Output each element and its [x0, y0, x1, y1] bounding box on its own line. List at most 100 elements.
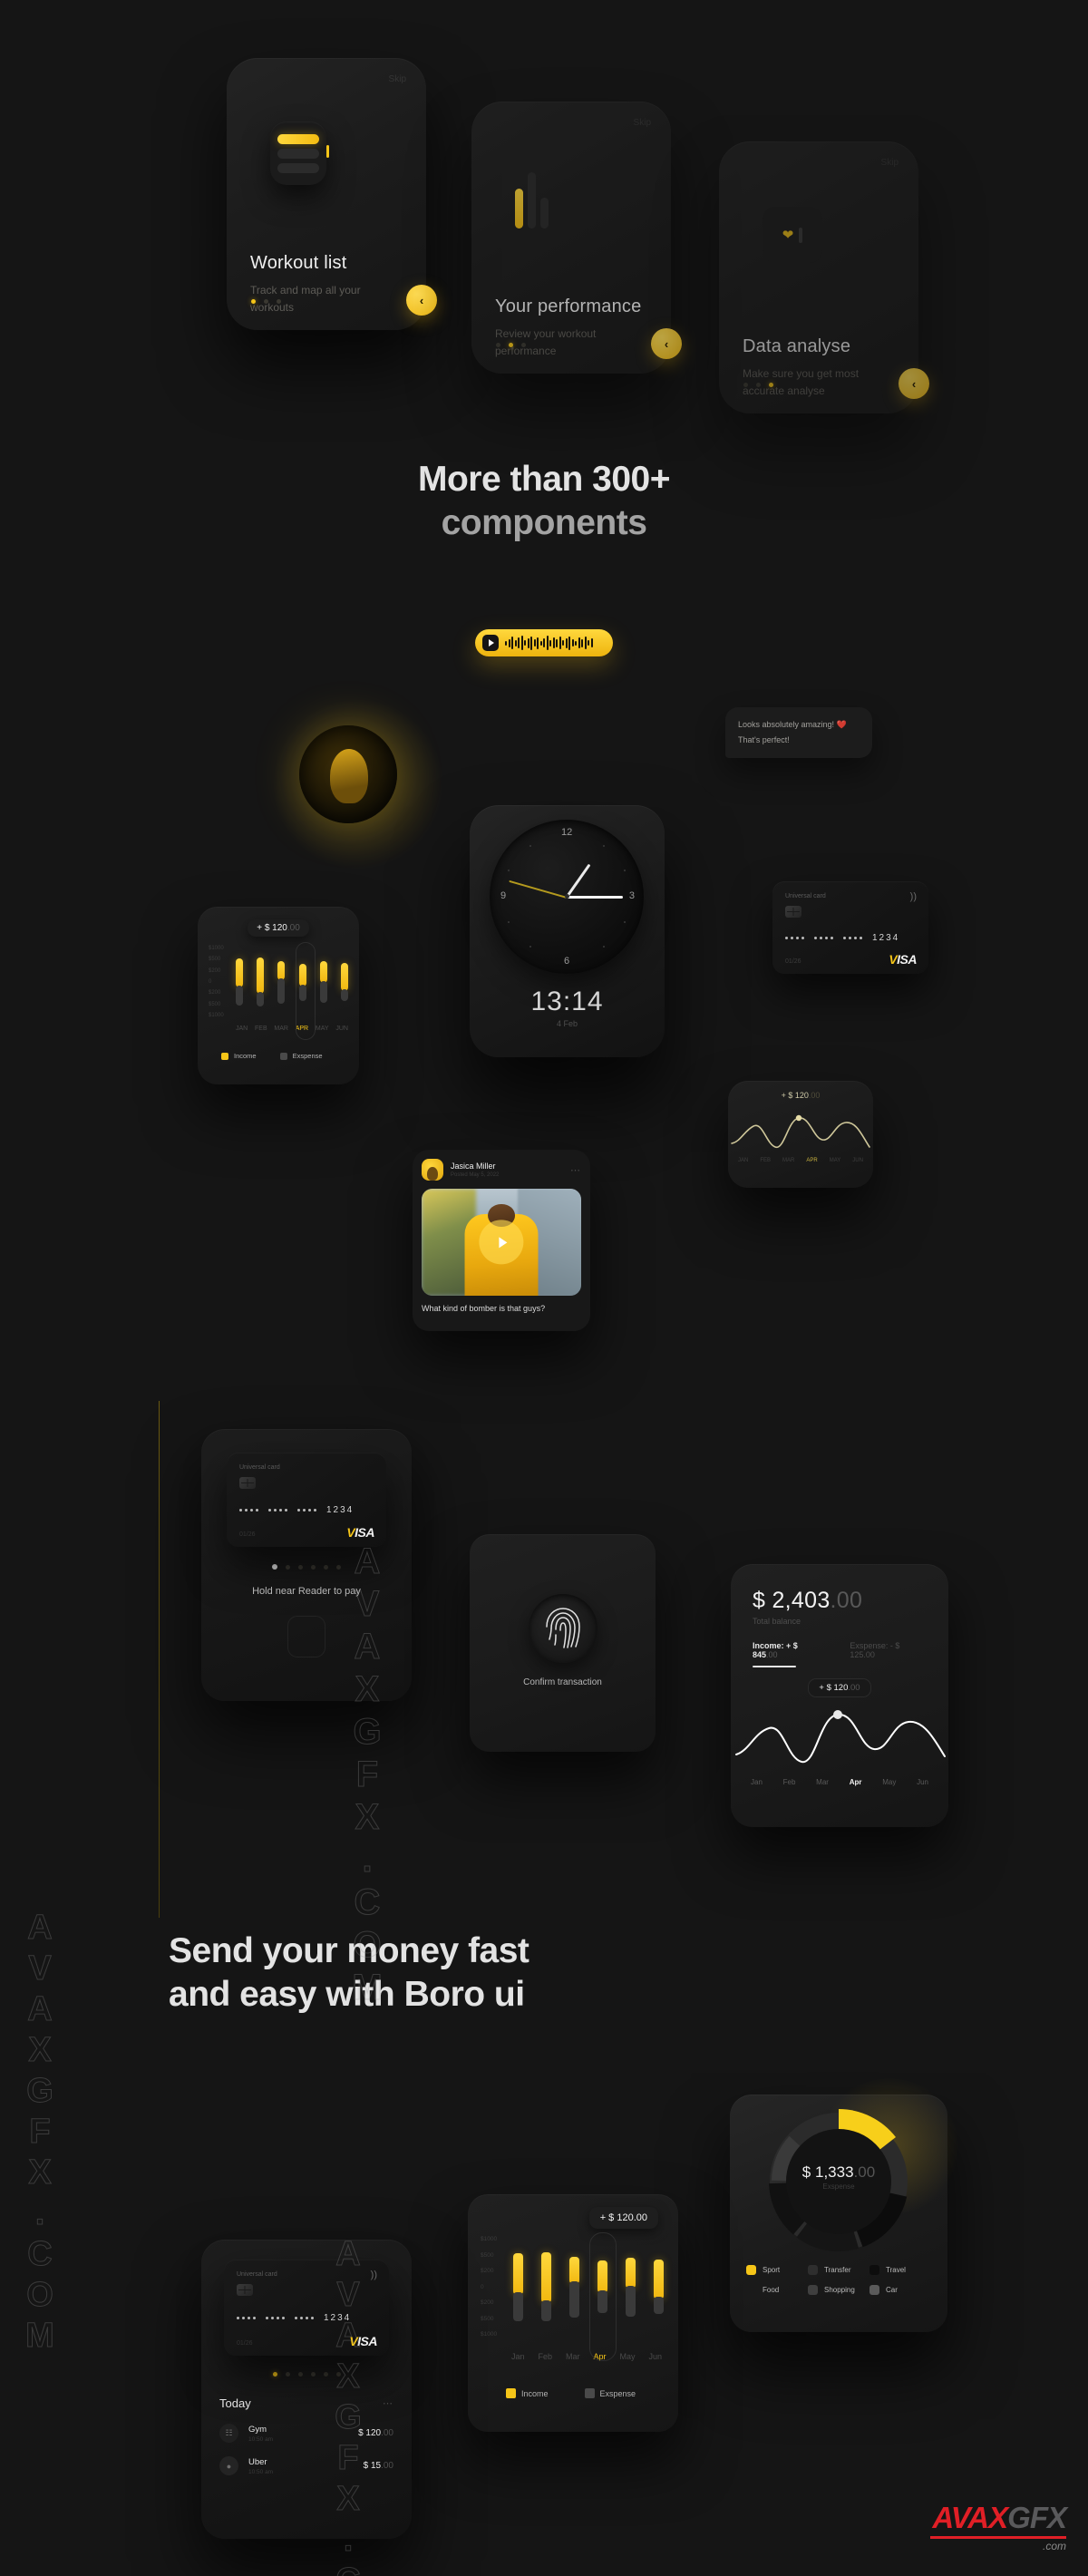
onboarding-card-performance[interactable]: Skip Your performance Review your workou… [471, 102, 682, 374]
legend-swatch [869, 2285, 879, 2295]
onboarding-title: Workout list [250, 253, 347, 273]
heart-illustration: ❤ [763, 207, 822, 263]
bar-group[interactable] [541, 2252, 551, 2321]
social-post-card[interactable]: Jasica Miller Posted May 5, 2022 ⋯ What … [413, 1150, 590, 1331]
card-pagination-dots[interactable] [201, 1564, 412, 1570]
card-last4: 1234 [872, 933, 900, 943]
visa-card-transactions[interactable]: Universal card )) 1234 01/26 VISA [224, 2260, 389, 2356]
bar-chart-large-widget[interactable]: + $ 120.00 $1000 $500 $200 0 $200 $500 $… [468, 2194, 678, 2432]
skip-button[interactable]: Skip [634, 118, 651, 128]
pagination-dots[interactable] [743, 383, 773, 387]
pagination-dots[interactable] [496, 343, 526, 347]
bar-chart-large-yaxis: $1000 $500 $200 0 $200 $500 $1000 [481, 2236, 498, 2338]
visa-card-nfc[interactable]: Universal card 1234 01/26 VISA [227, 1453, 386, 1547]
visa-logo: VISA [346, 1525, 374, 1540]
clock-number-6: 6 [564, 956, 570, 967]
legend-item-car[interactable]: Car [869, 2285, 931, 2295]
legend-swatch [746, 2285, 756, 2295]
card-expiry: 01/26 [239, 1531, 256, 1538]
card-chip-icon [785, 906, 801, 918]
next-button[interactable]: ‹ [651, 328, 682, 359]
nfc-pay-widget[interactable]: Universal card 1234 01/26 VISA Hold near… [201, 1429, 412, 1701]
play-icon[interactable] [482, 635, 499, 651]
bar-chart-large-legend: Income Exspense [506, 2388, 678, 2398]
voice-message-pill[interactable] [475, 629, 613, 656]
onboarding-title: Your performance [495, 296, 642, 316]
headline-send-line-1: Send your money fast [169, 1931, 529, 1970]
balance-label: Total balance [753, 1617, 801, 1626]
fingerprint-widget[interactable]: Confirm transaction [470, 1534, 656, 1752]
expense-donut-widget[interactable]: $ 1,333.00 Exspense Sport Transfer Trave… [730, 2078, 962, 2332]
line-chart-small-widget[interactable]: + $ 120.00 JAN FEB MAR APR MAY JUN [728, 1081, 873, 1188]
visa-logo: VISA [349, 2334, 377, 2348]
expense-stat[interactable]: Exspense: - $ 125.00 [850, 1641, 927, 1659]
transaction-name: Gym [248, 2424, 267, 2435]
donut-chart[interactable]: $ 1,333.00 Exspense [763, 2105, 915, 2258]
fingerprint-icon[interactable] [528, 1594, 597, 1663]
post-photo[interactable] [422, 1189, 581, 1296]
card-expiry: 01/26 [237, 2340, 253, 2347]
section-divider [159, 1401, 160, 1918]
bar-group[interactable] [626, 2257, 636, 2317]
bar-group[interactable] [569, 2256, 579, 2318]
skip-button[interactable]: Skip [389, 74, 406, 84]
bar-chart-small-plot: $1000 $500 $200 0 $200 $500 $1000 [209, 942, 348, 1040]
card-number: 1234 [237, 2313, 377, 2323]
bar-chart-large-plot: $1000 $500 $200 0 $200 $500 $1000 [481, 2232, 664, 2361]
more-icon[interactable]: ⋯ [383, 2397, 393, 2409]
next-button[interactable]: ‹ [899, 368, 929, 399]
bar-group [236, 958, 243, 1006]
card-pagination-dots[interactable] [201, 2372, 412, 2377]
card-chip-icon [239, 1477, 256, 1489]
bar-group[interactable] [597, 2260, 607, 2313]
bar-chart-large-xlabels: Jan Feb Mar Apr May Jun [511, 2352, 662, 2361]
headline-send: Send your money fast and easy with Boro … [169, 1930, 529, 2016]
onboarding-card-workout[interactable]: Skip Workout list Track and map all your… [227, 58, 437, 330]
legend-item-shopping[interactable]: Shopping [808, 2285, 869, 2295]
onboarding-card-data[interactable]: Skip ❤ Data analyse Make sure you get mo… [719, 141, 929, 413]
transactions-title: Today [219, 2396, 251, 2410]
donut-legend[interactable]: Sport Transfer Travel Food Shopping Car [746, 2265, 931, 2295]
nfc-instruction: Hold near Reader to pay [252, 1586, 361, 1597]
line-chart-small-plot [731, 1114, 870, 1148]
visa-card-floating[interactable]: Universal card )) 1234 01/26 VISA [772, 881, 928, 974]
bar-group[interactable] [654, 2260, 664, 2314]
legend-item-travel[interactable]: Travel [869, 2265, 931, 2275]
bar-chart-small-badge: + $ 120.00 [248, 919, 309, 937]
transaction-row[interactable]: ● Uber 10:50 am $ 15.00 [219, 2456, 393, 2475]
balance-chart-xlabels: Jan Feb Mar Apr May Jun [751, 1777, 928, 1786]
watch-illustration [270, 122, 329, 185]
bar-group [298, 963, 306, 1001]
dumbbell-icon: ☷ [219, 2424, 238, 2443]
clock-minute-hand [567, 896, 623, 899]
watermark-text: AVAXGFX.COM [21, 1909, 60, 2358]
message-bubble: Looks absolutely amazing! ❤️ That's perf… [725, 707, 872, 759]
bar-chart-small-widget[interactable]: + $ 120.00 $1000 $500 $200 0 $200 $500 $1000 [198, 907, 359, 1084]
legend-item-food[interactable]: Food [746, 2285, 808, 2295]
legend-item-transfer[interactable]: Transfer [808, 2265, 869, 2275]
balance-widget[interactable]: $ 2,403.00 Total balance Income: + $ 845… [731, 1564, 948, 1827]
card-last4: 1234 [324, 2313, 352, 2323]
skip-button[interactable]: Skip [881, 158, 899, 168]
legend-item-sport[interactable]: Sport [746, 2265, 808, 2275]
avaxgfx-logo: AVAXGFX .com [930, 2501, 1067, 2552]
active-indicator [753, 1666, 796, 1667]
clock-widget[interactable]: 12 3 6 9 13:14 4 Feb [470, 805, 665, 1057]
next-button[interactable]: ‹ [406, 285, 437, 316]
legend-swatch [808, 2285, 818, 2295]
bar-group[interactable] [513, 2252, 523, 2321]
balance-line-chart [735, 1709, 946, 1763]
legend-swatch [869, 2265, 879, 2275]
more-icon[interactable]: ⋯ [570, 1164, 581, 1176]
line-chart-small-badge: + $ 120.00 [781, 1091, 821, 1100]
logo-gfx: GFX [1007, 2501, 1067, 2534]
headline-components: More than 300+ components [0, 458, 1088, 544]
post-author: Jasica Miller [451, 1162, 496, 1171]
pagination-dots[interactable] [251, 299, 281, 304]
headline-line-2: components [441, 502, 647, 542]
legend-swatch [746, 2265, 756, 2275]
transaction-row[interactable]: ☷ Gym 10:50 am $ 120.00 [219, 2424, 393, 2443]
clock-time: 13:14 [530, 987, 604, 1016]
bar-group [340, 963, 348, 1001]
transactions-widget[interactable]: Universal card )) 1234 01/26 VISA Today … [201, 2240, 412, 2539]
